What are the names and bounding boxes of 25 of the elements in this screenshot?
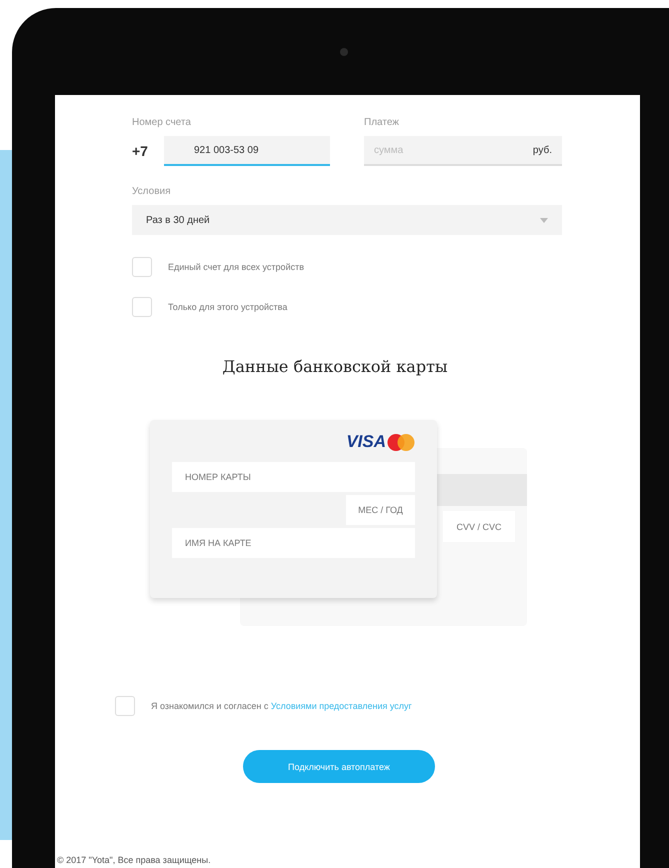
- connect-button[interactable]: Подключить автоплатеж: [243, 750, 435, 783]
- checkbox[interactable]: [132, 297, 152, 317]
- terms-link[interactable]: Условиями предоставления услуг: [270, 701, 412, 711]
- cvv-field[interactable]: CVV / CVC: [443, 511, 515, 542]
- section-title: Данные банковской карты: [221, 357, 449, 376]
- amount-field[interactable]: сумма руб.: [364, 136, 562, 166]
- card-logo: VISA: [346, 432, 386, 452]
- field-label: Условия: [132, 186, 172, 197]
- copyright-text: © 2017 "Yota", Все права защищены.: [56, 855, 212, 865]
- checkbox[interactable]: [115, 696, 135, 716]
- camera-icon: [340, 48, 348, 56]
- phone-field[interactable]: 921 003-53 09: [164, 136, 330, 166]
- cardholder-field[interactable]: ИМЯ НА КАРТЕ: [172, 528, 415, 558]
- circles-logo-icon: [387, 434, 415, 450]
- agreement-text: Я ознакомился и согласен с Условиями предоставления услуг: [151, 701, 412, 711]
- chevron-down-icon: [540, 218, 548, 222]
- card-number-field[interactable]: НОМЕР КАРТЫ: [172, 462, 415, 492]
- field-label: Платеж: [364, 117, 400, 128]
- conditions-select[interactable]: Раз в 30 дней: [132, 205, 562, 235]
- field-label: Номер счета: [132, 117, 192, 128]
- checkbox-label: Только для этого устройства: [168, 302, 288, 312]
- expiry-field[interactable]: МЕС / ГОД: [346, 495, 415, 525]
- checkbox[interactable]: [132, 257, 152, 277]
- checkbox-label: Единый счет для всех устройств: [168, 262, 304, 272]
- phone-prefix: +7: [132, 143, 149, 159]
